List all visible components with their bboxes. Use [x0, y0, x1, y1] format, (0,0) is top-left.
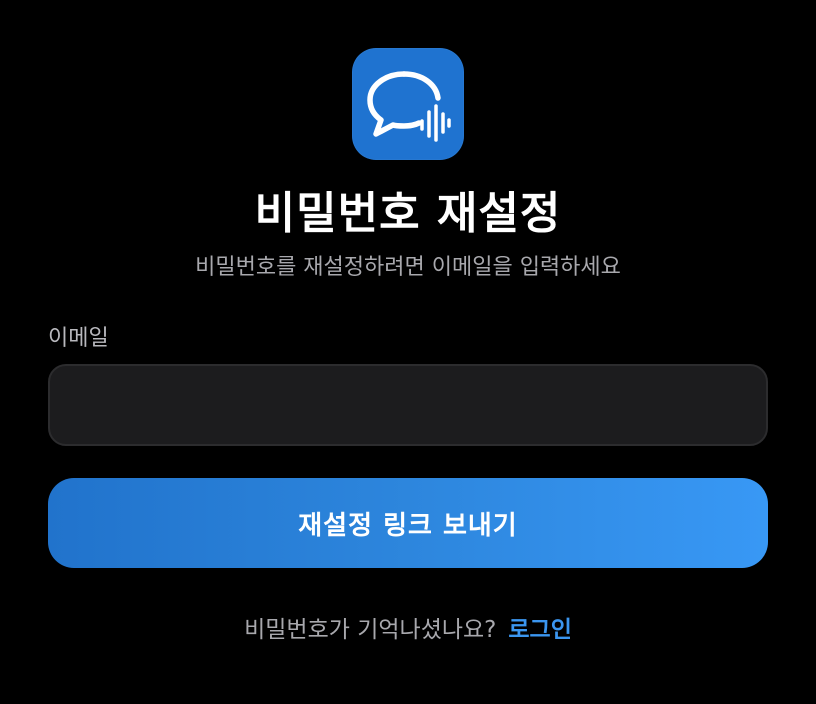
send-reset-link-button[interactable]: 재설정 링크 보내기	[48, 478, 768, 568]
app-logo-icon	[352, 48, 464, 160]
page-subtitle: 비밀번호를 재설정하려면 이메일을 입력하세요	[195, 255, 621, 280]
email-field[interactable]	[48, 364, 768, 446]
chat-bubble-waveform-icon	[367, 71, 451, 142]
footer: 비밀번호가 기억나셨나요? 로그인	[0, 612, 816, 648]
forgot-prompt-text: 비밀번호가 기억나셨나요?	[244, 617, 497, 643]
login-link[interactable]: 로그인	[508, 617, 571, 643]
page-title: 비밀번호 재설정	[254, 188, 562, 239]
email-label: 이메일	[48, 326, 109, 351]
